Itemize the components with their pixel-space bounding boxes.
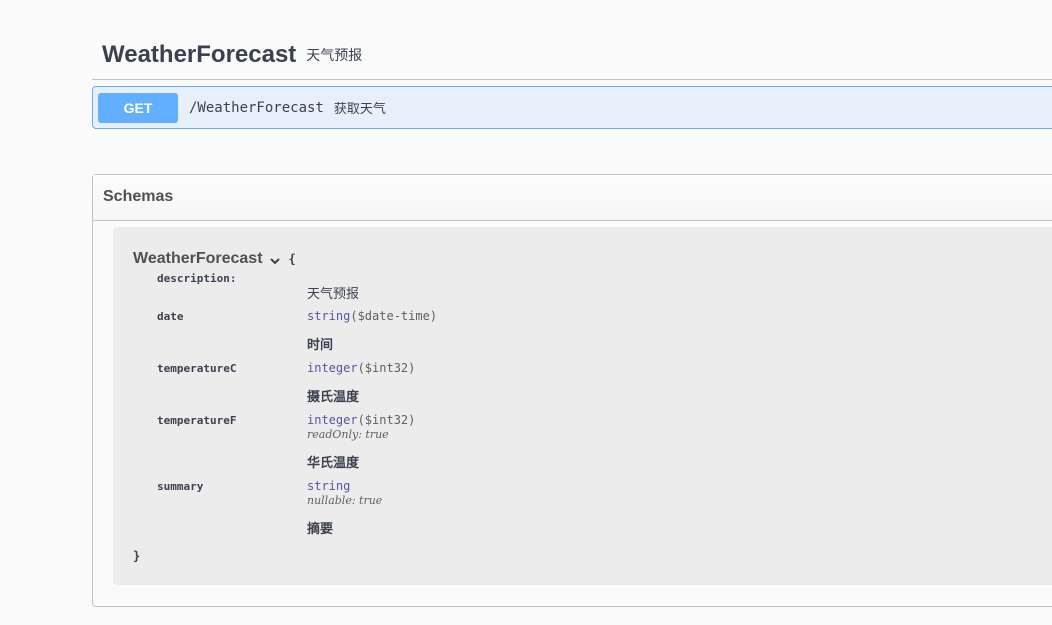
property-name: temperatureF	[157, 414, 237, 427]
property-name: temperatureC	[157, 362, 237, 375]
model-header[interactable]: WeatherForecast {	[133, 250, 296, 268]
schemas-title[interactable]: Schemas	[93, 175, 1052, 221]
property-type-name: string	[307, 479, 351, 493]
property-description: 华氏温度	[307, 455, 360, 470]
swagger-page: WeatherForecast 天气预报 GET /WeatherForecas…	[0, 0, 1052, 625]
model-description-value: 天气预报	[307, 286, 360, 301]
property-extra: nullable: true	[307, 494, 383, 507]
close-brace: }	[133, 549, 141, 563]
tag-name: WeatherForecast	[102, 40, 297, 68]
operation-summary: 获取天气	[333, 101, 386, 116]
operation-get-weatherforecast[interactable]: GET /WeatherForecast 获取天气	[92, 86, 1052, 129]
property-type: integer($int32)	[307, 413, 415, 427]
method-badge: GET	[98, 92, 178, 123]
property-description: 摄氏温度	[307, 389, 360, 404]
property-format: ($date-time)	[350, 309, 438, 323]
property-name: date	[157, 310, 184, 323]
property-type: string($date-time)	[307, 309, 437, 323]
property-description: 摘要	[307, 521, 334, 536]
tag-header[interactable]: WeatherForecast 天气预报	[92, 30, 1052, 80]
property-type-name: integer	[307, 361, 358, 375]
model-title: WeatherForecast	[133, 250, 263, 267]
chevron-down-icon[interactable]	[269, 254, 281, 266]
model-description-key: description:	[157, 272, 237, 285]
open-brace: {	[288, 252, 296, 266]
property-type: integer($int32)	[307, 361, 415, 375]
property-type-name: integer	[307, 413, 358, 427]
tag-description: 天气预报	[306, 46, 363, 63]
operation-path: /WeatherForecast	[189, 99, 324, 116]
property-extra: readOnly: true	[307, 428, 389, 441]
model-box: WeatherForecast { description: 天气预报 date…	[113, 227, 1052, 585]
property-name: summary	[157, 480, 204, 493]
property-format: ($int32)	[357, 361, 416, 375]
property-format: ($int32)	[357, 413, 416, 427]
property-type: string	[307, 479, 350, 493]
schemas-section: Schemas WeatherForecast { description: 天…	[92, 174, 1052, 607]
property-description: 时间	[307, 337, 334, 352]
property-type-name: string	[307, 309, 351, 323]
